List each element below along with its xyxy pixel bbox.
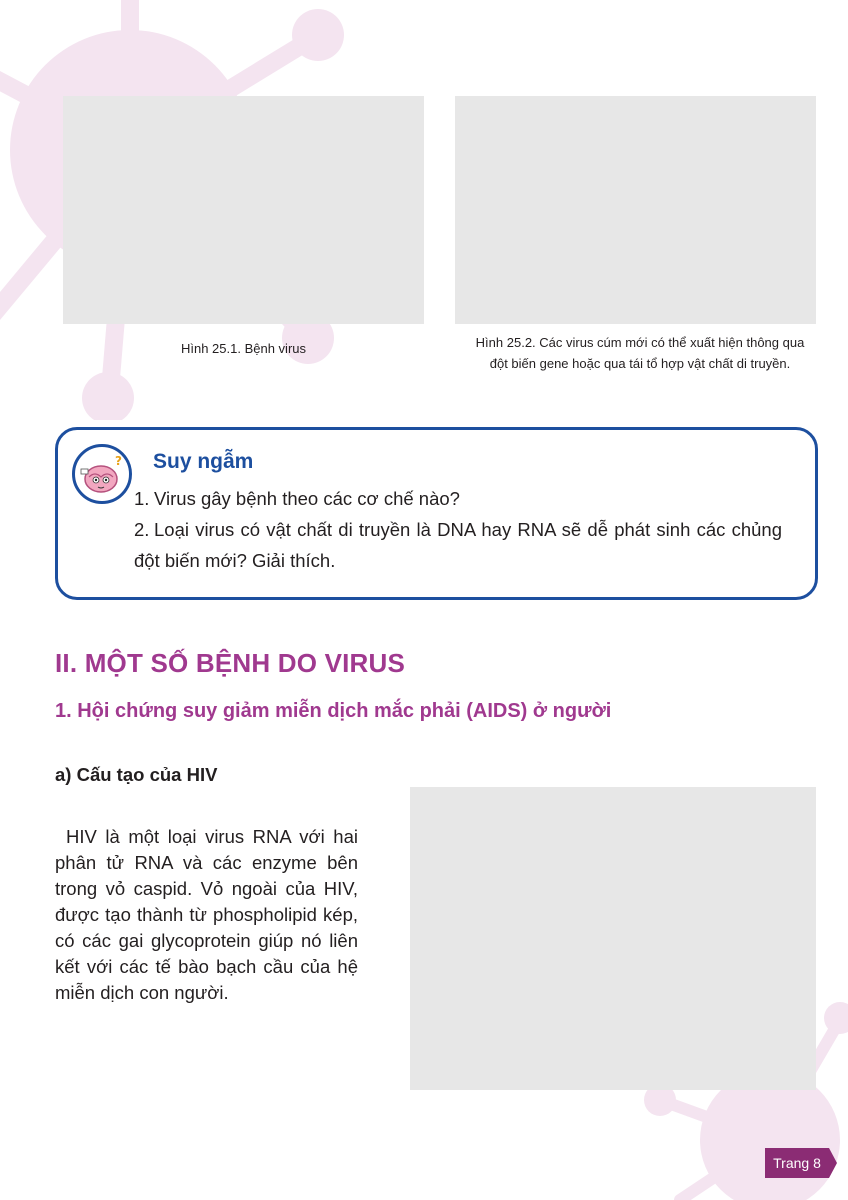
reflection-question-1: 1. Virus gây bệnh theo các cơ chế nào? [134,483,782,514]
page-tag-arrow [829,1148,837,1178]
figure-25-2-caption-line2: đột biến gene hoặc qua tái tổ hợp vật ch… [489,356,791,371]
hiv-structure-paragraph: HIV là một loại virus RNA với hai phân t… [55,826,358,1003]
figure-25-1-image [63,96,424,324]
reflection-box: ? Suy ngẫm 1. Virus gây bệnh theo các cơ … [55,427,818,600]
brain-mascot-icon: ? [72,444,132,504]
figure-25-2-image [455,96,816,324]
question-text: Virus gây bệnh theo các cơ chế nào? [154,488,460,509]
reflection-question-2: 2. Loại virus có vật chất di truyền là DN… [134,514,782,576]
question-number: 2. [134,519,150,540]
figure-25-2-caption: Hình 25.2. Các virus cúm mới có thể xuất… [440,332,840,374]
subsection-heading: 1. Hội chứng suy giảm miễn dịch mắc phải… [55,700,612,722]
hiv-structure-image [410,787,816,1090]
subsubsection-heading: a) Cấu tạo của HIV [55,764,218,785]
figure-25-2-caption-line1: Hình 25.2. Các virus cúm mới có thể xuất… [475,335,805,350]
question-text: Loại virus có vật chất di truyền là DNA … [134,519,782,571]
section-heading: II. MỘT SỐ BỆNH DO VIRUS [55,648,406,678]
svg-text:?: ? [115,454,122,468]
reflection-title: Suy ngẫm [153,450,254,473]
page-number-tag: Trang 8 [765,1148,829,1178]
question-number: 1. [134,488,150,509]
figure-25-1-caption: Hình 25.1. Bệnh virus [180,341,307,356]
